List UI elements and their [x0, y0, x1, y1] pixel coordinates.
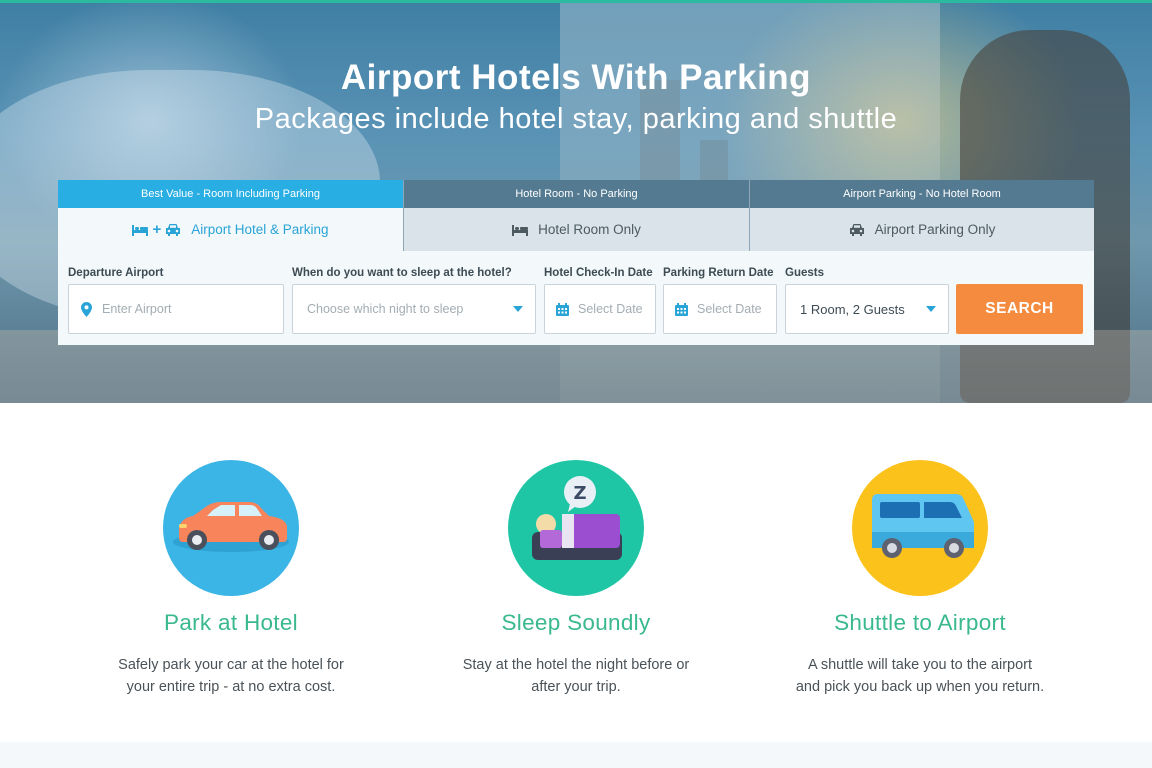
feature-title: Park at Hotel — [164, 610, 298, 635]
search-button[interactable]: SEARCH — [956, 284, 1083, 334]
car-icon — [849, 224, 864, 236]
feature-title: Shuttle to Airport — [834, 610, 1006, 635]
feature-sleep-soundly: Z Sleep Soundly Stay at the hotel the ni… — [411, 460, 741, 698]
feature-park-at-hotel: Park at Hotel Safely park your car at th… — [66, 460, 396, 698]
departure-airport-label: Departure Airport — [68, 267, 164, 279]
car-illustration — [173, 502, 289, 552]
sleep-illustration: Z — [532, 476, 622, 560]
tab-label: Hotel Room Only — [538, 222, 641, 237]
tab-label: Airport Parking Only — [874, 222, 996, 237]
feature-description: Stay at the hotel the night before or af… — [411, 654, 741, 698]
svg-text:Z: Z — [573, 483, 586, 504]
feature-description: Safely park your car at the hotel for yo… — [66, 654, 396, 698]
sleep-night-label: When do you want to sleep at the hotel? — [292, 267, 512, 279]
tab-header: Airport Parking - No Hotel Room — [750, 180, 1094, 208]
feature-description-line: Safely park your car at the hotel for — [118, 657, 344, 673]
parking-return-input[interactable]: Select Date — [663, 284, 777, 334]
page-subtitle: Packages include hotel stay, parking and… — [254, 103, 898, 135]
chevron-down-icon — [926, 306, 936, 312]
tab-body[interactable]: Airport Parking Only — [750, 208, 1094, 251]
departure-airport-input[interactable]: Enter Airport — [68, 284, 284, 334]
feature-title: Sleep Soundly — [501, 610, 651, 635]
checkin-date-placeholder: Select Date — [578, 302, 643, 316]
calendar-icon — [675, 302, 688, 316]
sleep-icon: Z — [508, 460, 644, 596]
footer-strip — [0, 742, 1152, 768]
guests-value: 1 Room, 2 Guests — [800, 301, 905, 317]
feature-shuttle-to-airport: Shuttle to Airport A shuttle will take y… — [755, 460, 1085, 698]
checkin-date-input[interactable]: Select Date — [544, 284, 656, 334]
calendar-icon — [556, 302, 569, 316]
feature-description-line: and pick you back up when you return. — [795, 679, 1045, 695]
package-tabs: Best Value - Room Including Parking + Ai… — [58, 180, 1094, 251]
guests-label: Guests — [785, 267, 824, 279]
car-icon — [166, 224, 181, 236]
top-accent-line — [0, 0, 1152, 3]
tab-airport-hotel-parking[interactable]: Best Value - Room Including Parking + Ai… — [58, 180, 403, 251]
sleep-night-placeholder: Choose which night to sleep — [307, 302, 464, 316]
hero-banner: Airport Hotels With Parking Packages inc… — [0, 0, 1152, 403]
shuttle-illustration — [872, 494, 974, 558]
plus-icon: + — [152, 221, 162, 238]
feature-description-line: Stay at the hotel the night before or — [462, 657, 690, 673]
feature-description: A shuttle will take you to the airport a… — [755, 654, 1085, 698]
feature-description-line: after your trip. — [531, 679, 621, 695]
guests-select[interactable]: 1 Room, 2 Guests — [785, 284, 949, 334]
sleep-night-select[interactable]: Choose which night to sleep — [292, 284, 536, 334]
tab-body[interactable]: Hotel Room Only — [404, 208, 749, 251]
feature-description-line: your entire trip - at no extra cost. — [126, 679, 336, 695]
tab-icons: + — [132, 221, 181, 238]
page-title: Airport Hotels With Parking — [340, 58, 812, 97]
tab-label: Airport Hotel & Parking — [191, 222, 329, 237]
tab-header: Hotel Room - No Parking — [404, 180, 749, 208]
parking-return-label: Parking Return Date — [663, 267, 774, 279]
chevron-down-icon — [513, 306, 523, 312]
checkin-date-label: Hotel Check-In Date — [544, 267, 653, 279]
booking-widget: Best Value - Room Including Parking + Ai… — [58, 180, 1094, 345]
map-pin-icon — [81, 301, 92, 317]
tab-header: Best Value - Room Including Parking — [58, 180, 403, 208]
tab-airport-parking-only[interactable]: Airport Parking - No Hotel Room Airport … — [749, 180, 1094, 251]
tab-body[interactable]: + Airport Hotel & Parking — [58, 208, 403, 251]
search-form: Departure Airport Enter Airport When do … — [58, 251, 1094, 345]
departure-airport-placeholder: Enter Airport — [102, 302, 172, 316]
feature-description-line: A shuttle will take you to the airport — [807, 657, 1033, 673]
shuttle-van-icon — [852, 460, 988, 596]
tab-hotel-room-only[interactable]: Hotel Room - No Parking Hotel Room Only — [403, 180, 749, 251]
parking-return-placeholder: Select Date — [697, 302, 762, 316]
bed-icon — [512, 224, 529, 236]
car-icon — [163, 460, 299, 596]
bed-icon — [132, 224, 149, 236]
